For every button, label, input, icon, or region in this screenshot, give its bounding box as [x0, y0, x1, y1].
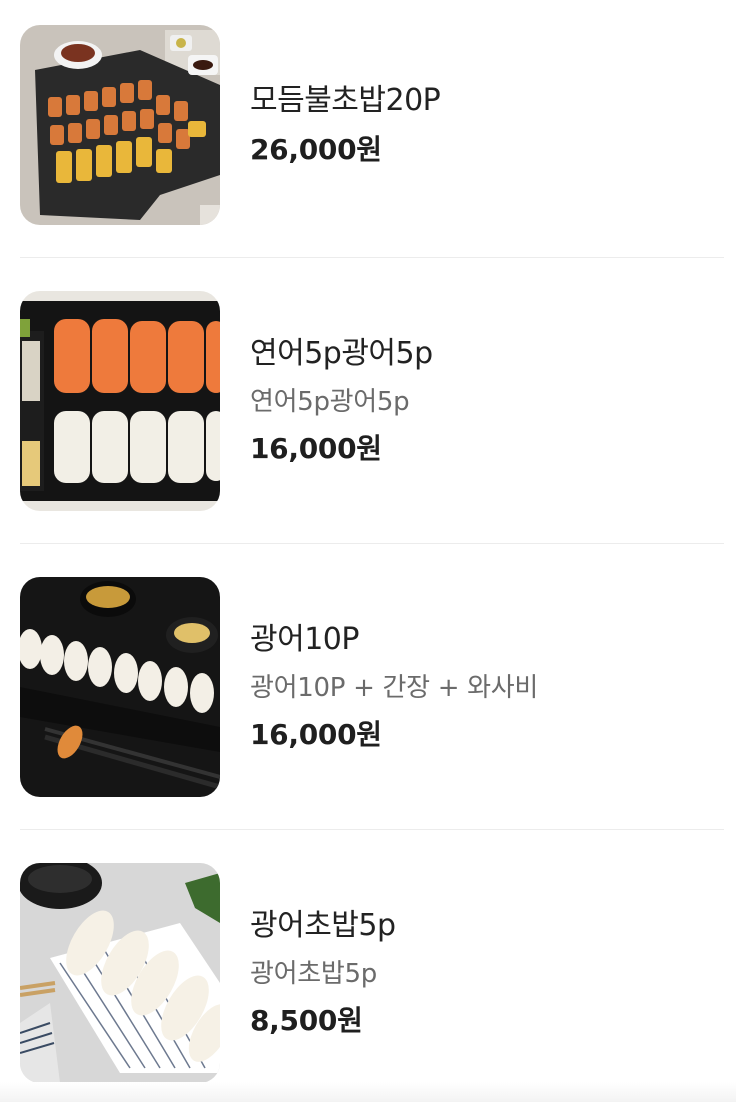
flatfish-sushi-photo-icon [20, 577, 220, 797]
menu-item-price: 8,500원 [250, 1004, 363, 1037]
salmon-flatfish-sushi-photo-icon [20, 291, 220, 511]
menu-item-description: 연어5p광어5p [250, 387, 410, 417]
menu-item-name: 광어10P [250, 622, 359, 657]
menu-item-image [20, 577, 220, 797]
menu-item-text: 광어초밥5p 광어초밥5p 8,500원 [250, 906, 396, 1040]
menu-item-description: 광어10P + 간장 + 와사비 [250, 673, 539, 703]
menu-item[interactable]: 광어초밥5p 광어초밥5p 8,500원 [20, 863, 724, 1083]
menu-item-description: 광어초밥5p [250, 959, 377, 989]
menu-item-name: 연어5p광어5p [250, 336, 433, 371]
menu-item[interactable]: 모듬불초밥20P 26,000원 [20, 25, 724, 225]
divider [20, 543, 724, 544]
menu-item-price: 26,000원 [250, 133, 382, 166]
bottom-shadow [0, 1082, 736, 1102]
menu-list: 모듬불초밥20P 26,000원 연어5p광어5p 연어5p광어5p 16,00… [0, 0, 736, 1102]
menu-item-image [20, 25, 220, 225]
menu-item-name: 광어초밥5p [250, 908, 396, 943]
menu-item-text: 광어10P 광어10P + 간장 + 와사비 16,000원 [250, 620, 538, 754]
menu-item[interactable]: 광어10P 광어10P + 간장 + 와사비 16,000원 [20, 577, 724, 797]
menu-item-text: 연어5p광어5p 연어5p광어5p 16,000원 [250, 334, 433, 468]
divider [20, 257, 724, 258]
menu-item-price: 16,000원 [250, 718, 382, 751]
menu-item-name: 모듬불초밥20P [250, 83, 441, 118]
menu-item[interactable]: 연어5p광어5p 연어5p광어5p 16,000원 [20, 291, 724, 511]
menu-item-text: 모듬불초밥20P 26,000원 [250, 81, 441, 169]
divider [20, 829, 724, 830]
menu-item-image [20, 863, 220, 1083]
menu-item-price: 16,000원 [250, 432, 382, 465]
flatfish-nigiri-photo-icon [20, 863, 220, 1083]
sushi-platter-photo-icon [20, 25, 220, 225]
menu-item-image [20, 291, 220, 511]
